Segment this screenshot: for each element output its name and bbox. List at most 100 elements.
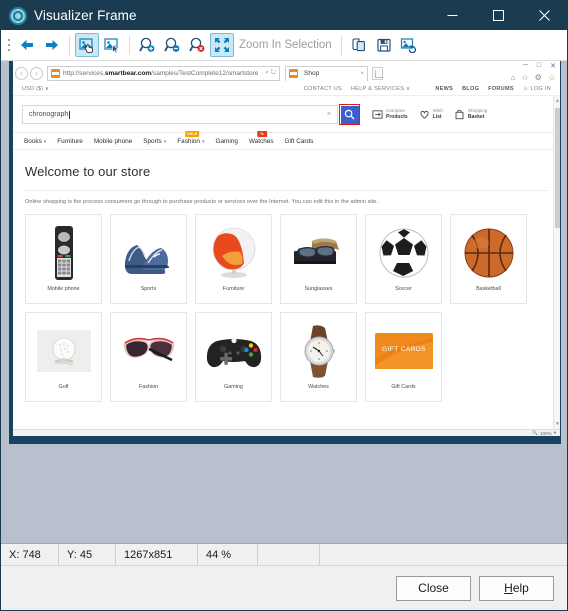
page-title: Welcome to our store — [25, 164, 151, 179]
category-card-golf[interactable]: Golf — [25, 312, 102, 402]
address-bar-icons[interactable]: ⌕ ↻ — [261, 69, 276, 77]
basketball-image — [458, 222, 520, 284]
refresh-image-icon[interactable] — [397, 33, 421, 57]
category-card-fashion[interactable]: Fashion — [110, 312, 187, 402]
nav-furniture-label: Furniture — [57, 137, 83, 145]
zoom-magnifier-icon: 🔍 — [532, 430, 538, 435]
scroll-up-arrow[interactable]: ▲ — [555, 98, 560, 104]
topnav-news[interactable]: NEWS — [435, 86, 453, 92]
captured-screenshot[interactable]: ‹ › http://services.smartbear.com/sample… — [10, 61, 560, 443]
category-card-gaming[interactable]: Gaming — [195, 312, 272, 402]
topnav-contact-us[interactable]: CONTACT US — [304, 86, 342, 92]
close-button[interactable]: Close — [396, 575, 471, 601]
home-icon[interactable]: ⌂ — [511, 73, 516, 82]
clear-search-icon[interactable]: × — [327, 111, 331, 118]
scrollbar-thumb[interactable] — [555, 108, 560, 228]
category-card-sunglasses[interactable]: Sunglasses — [280, 214, 357, 304]
page-scrollbar[interactable]: ▲ ▼ — [553, 96, 560, 429]
nav-fashion[interactable]: SALE Fashion ▾ — [177, 130, 205, 145]
wristwatch-image — [288, 320, 350, 382]
minimize-button[interactable] — [429, 1, 475, 30]
select-image-icon[interactable] — [100, 33, 124, 57]
browser-address-bar[interactable]: http://services.smartbear.com/samples/Te… — [47, 65, 280, 81]
browser-window-controls: ─ □ ✕ — [523, 62, 556, 70]
currency-selector[interactable]: USD ($) ∨ — [22, 86, 49, 92]
copy-icon[interactable] — [347, 33, 371, 57]
browser-zoom-level[interactable]: 100% — [540, 431, 552, 436]
status-y-coordinate: Y: 45 — [59, 544, 116, 565]
browser-forward-icon[interactable]: › — [30, 66, 43, 80]
browser-minimize-button[interactable]: ─ — [523, 62, 528, 70]
back-arrow-icon[interactable] — [15, 33, 39, 57]
nav-watches-label: Watches — [248, 137, 274, 145]
category-grid: Mobile phone Sports Furniture Sunglasses… — [13, 205, 560, 402]
wish-list-link[interactable]: Wish List — [419, 108, 443, 121]
new-tab-icon[interactable] — [372, 66, 383, 80]
chevron-down-icon[interactable]: ▾ — [554, 430, 556, 436]
web-page: USD ($) ∨ CONTACT US HELP & SERVICES ∨ N… — [13, 82, 560, 429]
maximize-button[interactable] — [475, 1, 521, 30]
forward-arrow-icon[interactable] — [40, 33, 64, 57]
category-card-basketball[interactable]: Basketball — [450, 214, 527, 304]
category-card-furniture[interactable]: Furniture — [195, 214, 272, 304]
nav-mobile-phone[interactable]: Mobile phone — [94, 138, 132, 145]
compare-icon — [372, 110, 383, 119]
nav-gaming[interactable]: Gaming — [216, 138, 238, 145]
search-button[interactable] — [340, 105, 359, 124]
login-link[interactable]: ☺ LOG IN — [523, 86, 551, 92]
nav-gift-cards-label: Gift Cards — [284, 137, 314, 145]
zoom-reset-icon[interactable] — [185, 33, 209, 57]
nav-gift-cards[interactable]: Gift Cards — [285, 138, 314, 145]
nav-sports[interactable]: Sports ▾ — [143, 138, 166, 145]
compare-line1: Compare — [386, 108, 405, 114]
heart-icon — [420, 110, 429, 119]
wishlist-text: Wish List — [433, 108, 443, 121]
browser-nav-row: ‹ › http://services.smartbear.com/sample… — [13, 64, 560, 82]
fit-to-screen-icon[interactable] — [210, 33, 234, 57]
search-row: chronograph × Compare Products Wish List… — [13, 96, 560, 132]
browser-toolbar-icons: ⌂ ☆ ⚙ ☺ — [511, 73, 556, 82]
browser-maximize-button[interactable]: □ — [537, 62, 541, 70]
compare-products-link[interactable]: Compare Products — [372, 108, 408, 121]
zoom-in-icon[interactable] — [135, 33, 159, 57]
pan-image-icon[interactable] — [75, 33, 99, 57]
category-label: Basketball — [476, 286, 501, 292]
favorites-star-icon[interactable]: ☆ — [521, 73, 528, 82]
gift-card-image: GIFT CARDS — [373, 320, 435, 382]
save-floppy-icon[interactable] — [372, 33, 396, 57]
topnav-forums[interactable]: FORUMS — [488, 86, 514, 92]
help-button[interactable]: Help — [479, 575, 554, 601]
category-card-sports[interactable]: Sports — [110, 214, 187, 304]
scroll-down-arrow[interactable]: ▼ — [555, 421, 560, 427]
category-card-watches[interactable]: Watches — [280, 312, 357, 402]
nav-books[interactable]: Books ▾ — [24, 138, 46, 145]
nav-watches[interactable]: % Watches — [248, 130, 274, 145]
top-navigation: CONTACT US HELP & SERVICES ∨ NEWS BLOG F… — [304, 86, 551, 92]
site-favicon — [51, 68, 60, 78]
tab-close-icon[interactable]: × — [360, 71, 364, 77]
welcome-section: Welcome to our store Online shopping is … — [13, 150, 560, 205]
zoom-out-icon[interactable] — [160, 33, 184, 57]
toolbar: Zoom In Selection — [1, 30, 567, 61]
nav-furniture[interactable]: Furniture — [57, 138, 83, 145]
image-viewport[interactable]: ‹ › http://services.smartbear.com/sample… — [1, 61, 567, 544]
tab-favicon — [289, 69, 298, 78]
category-card-gift-cards[interactable]: GIFT CARDS Gift Cards — [365, 312, 442, 402]
shopping-basket-link[interactable]: Shopping Basket — [454, 108, 487, 121]
smiley-feedback-icon[interactable]: ☺ — [548, 73, 556, 82]
category-card-mobile-phone[interactable]: Mobile phone — [25, 214, 102, 304]
browser-close-button[interactable]: ✕ — [550, 62, 556, 70]
toolbar-grip[interactable] — [5, 36, 12, 54]
topnav-blog[interactable]: BLOG — [462, 86, 479, 92]
currency-label: USD ($) — [22, 85, 44, 92]
toolbar-separator — [69, 35, 70, 55]
category-card-soccer[interactable]: Soccer — [365, 214, 442, 304]
browser-tab-shop[interactable]: Shop × — [285, 65, 368, 81]
basket-icon — [455, 109, 464, 120]
search-input[interactable]: chronograph × — [22, 105, 338, 124]
topnav-help-services[interactable]: HELP & SERVICES ∨ — [351, 86, 410, 92]
browser-back-icon[interactable]: ‹ — [15, 66, 28, 80]
visualizer-frame-window: Visualizer Frame Zoom In Selection ‹ › h… — [0, 0, 568, 611]
close-button[interactable] — [521, 1, 567, 30]
gear-icon[interactable]: ⚙ — [535, 73, 542, 82]
